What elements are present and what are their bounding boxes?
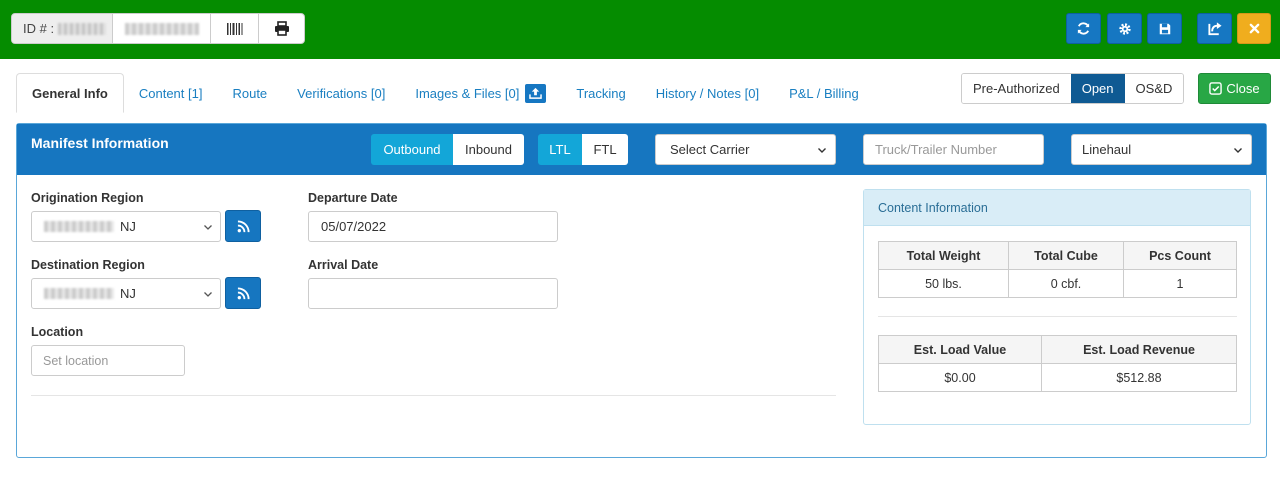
chevron-down-icon [818, 148, 826, 153]
tab-images-files[interactable]: Images & Files [0] [400, 73, 561, 113]
manifest-title: Manifest Information [31, 135, 169, 151]
close-button-label: Close [1226, 81, 1260, 96]
close-window-button[interactable] [1237, 13, 1271, 44]
print-icon [274, 21, 289, 36]
load-estimates-table: Est. Load Value Est. Load Revenue $0.00 … [878, 335, 1237, 392]
total-cube-value: 0 cbf. [1008, 269, 1124, 298]
destination-value: NJ [120, 286, 136, 301]
total-weight-value: 50 lbs. [878, 269, 1009, 298]
tab-content[interactable]: Content [1] [124, 73, 218, 113]
close-button[interactable]: Close [1198, 73, 1271, 104]
save-button[interactable] [1147, 13, 1182, 44]
departure-label: Departure Date [308, 191, 398, 205]
table-row: Est. Load Value Est. Load Revenue [878, 335, 1237, 364]
origination-select[interactable]: NJ [31, 211, 221, 242]
barcode-button[interactable] [211, 14, 259, 43]
id-group: ID # : [11, 13, 305, 44]
direction-outbound[interactable]: Outbound [371, 134, 453, 165]
destination-redacted [44, 288, 114, 299]
tab-tracking[interactable]: Tracking [561, 73, 640, 113]
chevron-down-icon [1234, 148, 1242, 153]
arrival-date-input[interactable] [308, 278, 558, 309]
departure-date-input[interactable]: 05/07/2022 [308, 211, 558, 242]
carrier-select-value: Select Carrier [670, 142, 750, 157]
header-pcs-count: Pcs Count [1123, 241, 1237, 270]
truck-trailer-input[interactable]: Truck/Trailer Number [863, 134, 1044, 165]
content-divider [878, 316, 1237, 317]
est-load-value: $0.00 [878, 363, 1042, 392]
carrier-select[interactable]: Select Carrier [655, 134, 836, 165]
refresh-button[interactable] [1066, 13, 1101, 44]
share-button[interactable] [1197, 13, 1232, 44]
manifest-header: Manifest Information Outbound Inbound LT… [17, 124, 1266, 175]
tab-images-files-label: Images & Files [0] [415, 85, 520, 101]
status-osd[interactable]: OS&D [1124, 74, 1184, 103]
status-open[interactable]: Open [1070, 74, 1125, 103]
settings-button[interactable] [1107, 13, 1142, 44]
share-icon [1207, 22, 1222, 36]
header-total-weight: Total Weight [878, 241, 1009, 270]
rss-icon [237, 286, 250, 299]
direction-toggle: Outbound Inbound [371, 134, 524, 165]
destination-select[interactable]: NJ [31, 278, 221, 309]
tab-general-info[interactable]: General Info [16, 73, 124, 113]
destination-feed-button[interactable] [225, 277, 261, 309]
status-toggle: Pre-Authorized Open OS&D [961, 73, 1185, 104]
content-information-title: Content Information [864, 190, 1250, 226]
destination-label: Destination Region [31, 258, 145, 272]
tab-history-notes[interactable]: History / Notes [0] [641, 73, 774, 113]
gear-icon [1118, 22, 1131, 35]
origination-feed-button[interactable] [225, 210, 261, 242]
top-bar: ID # : [0, 0, 1280, 59]
print-button[interactable] [259, 14, 304, 43]
location-label: Location [31, 325, 84, 339]
route-type-select[interactable]: Linehaul [1071, 134, 1252, 165]
header-est-load-revenue: Est. Load Revenue [1041, 335, 1237, 364]
id-label-box: ID # : [12, 14, 113, 43]
content-information-panel: Content Information Total Weight Total C… [863, 189, 1251, 425]
header-total-cube: Total Cube [1008, 241, 1124, 270]
close-icon [1249, 23, 1259, 34]
form-divider [31, 395, 836, 396]
tab-pl-billing[interactable]: P&L / Billing [774, 73, 874, 113]
upload-button[interactable] [525, 83, 547, 103]
route-type-value: Linehaul [1082, 142, 1132, 157]
origination-label: Origination Region [31, 191, 144, 205]
tab-route[interactable]: Route [217, 73, 282, 113]
barcode-icon [226, 22, 242, 35]
origination-redacted [44, 221, 114, 232]
upload-icon [529, 87, 543, 99]
chevron-down-icon [204, 225, 212, 230]
chevron-down-icon [204, 292, 212, 297]
direction-inbound[interactable]: Inbound [453, 134, 524, 165]
status-pre-authorized[interactable]: Pre-Authorized [962, 74, 1071, 103]
content-totals-table: Total Weight Total Cube Pcs Count 50 lbs… [878, 241, 1237, 298]
refresh-icon [1077, 22, 1090, 35]
table-row: Total Weight Total Cube Pcs Count [878, 241, 1237, 270]
load-type-ltl[interactable]: LTL [538, 134, 582, 165]
header-est-load-value: Est. Load Value [878, 335, 1042, 364]
tab-bar: General Info Content [1] Route Verificat… [16, 73, 874, 113]
rss-icon [237, 219, 250, 232]
check-square-icon [1209, 82, 1223, 95]
load-type-ftl[interactable]: FTL [582, 134, 628, 165]
id-value-box[interactable] [113, 14, 211, 43]
id-value-redacted [124, 22, 199, 35]
arrival-label: Arrival Date [308, 258, 379, 272]
origination-value: NJ [120, 219, 136, 234]
location-input[interactable]: Set location [31, 345, 185, 376]
save-icon [1159, 23, 1170, 34]
id-label: ID # : [23, 21, 55, 36]
table-row: $0.00 $512.88 [878, 363, 1237, 392]
pcs-count-value: 1 [1123, 269, 1237, 298]
id-number-redacted [58, 22, 107, 35]
est-load-revenue: $512.88 [1041, 363, 1237, 392]
table-row: 50 lbs. 0 cbf. 1 [878, 269, 1237, 298]
tab-verifications[interactable]: Verifications [0] [282, 73, 400, 113]
load-type-toggle: LTL FTL [538, 134, 628, 165]
